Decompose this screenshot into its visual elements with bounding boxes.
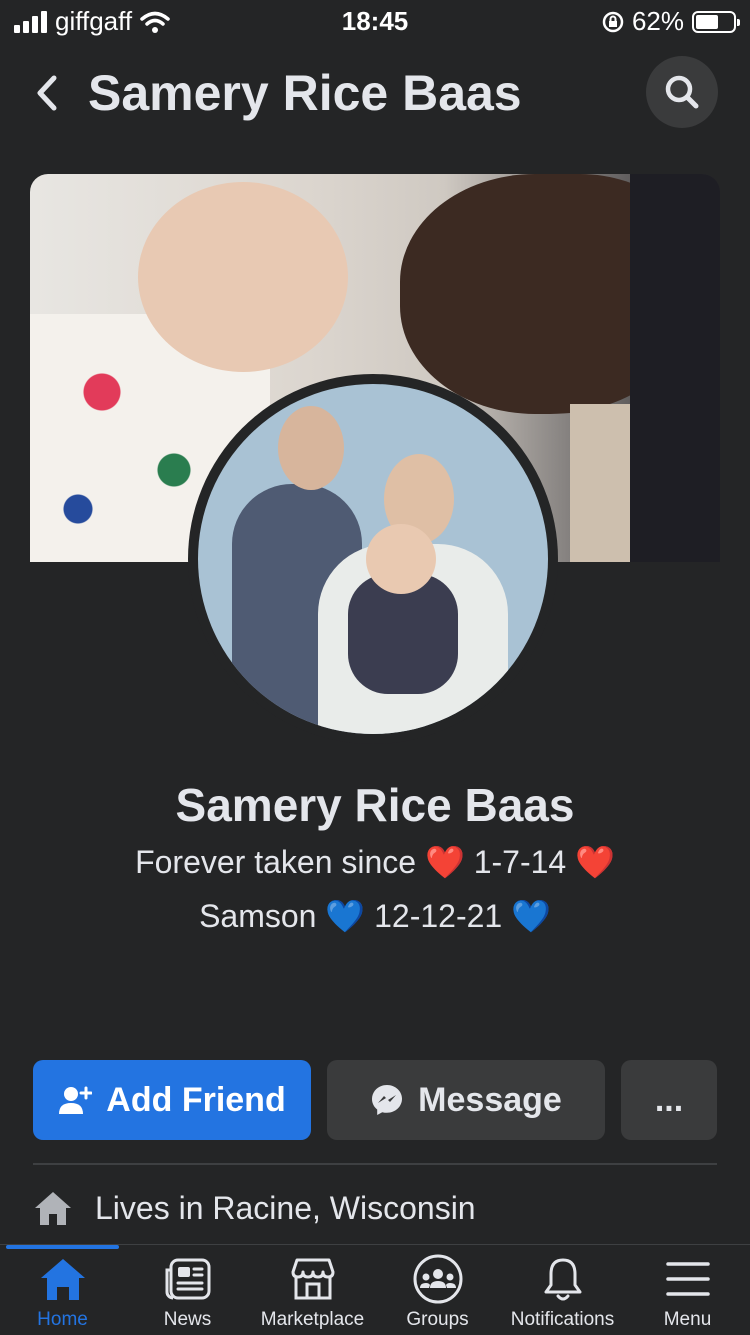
add-user-icon — [59, 1086, 93, 1114]
menu-icon — [665, 1262, 710, 1296]
lives-in-row: Lives in Racine, Wisconsin — [33, 1188, 476, 1228]
shop-icon — [291, 1258, 334, 1300]
more-icon: ... — [654, 1080, 684, 1119]
groups-icon — [413, 1254, 462, 1304]
bottom-tab-bar: Home News Marketplace Groups Notificatio… — [0, 1244, 750, 1335]
orientation-lock-icon — [602, 11, 624, 32]
search-icon — [665, 75, 699, 109]
messenger-icon — [372, 1085, 403, 1115]
active-tab-indicator — [6, 1245, 119, 1249]
tab-notifications[interactable]: Notifications — [500, 1253, 625, 1335]
tab-groups[interactable]: Groups — [375, 1253, 500, 1335]
tab-marketplace[interactable]: Marketplace — [250, 1253, 375, 1335]
add-friend-button[interactable]: Add Friend — [33, 1060, 311, 1140]
bio-line: Samson 💙 12-12-21 💙 — [199, 898, 551, 934]
home-icon — [40, 1259, 85, 1300]
status-bar: giffgaff 18:45 62% — [0, 0, 750, 44]
add-friend-label: Add Friend — [106, 1080, 286, 1119]
tab-news[interactable]: News — [125, 1253, 250, 1335]
search-button[interactable] — [646, 56, 718, 128]
message-button[interactable]: Message — [327, 1060, 605, 1140]
back-button[interactable] — [28, 68, 68, 118]
message-label: Message — [418, 1080, 562, 1119]
newspaper-icon — [165, 1258, 210, 1300]
battery-icon — [692, 10, 740, 33]
tab-menu[interactable]: Menu — [625, 1253, 750, 1335]
more-options-button[interactable]: ... — [621, 1060, 717, 1140]
chevron-left-icon — [37, 75, 57, 111]
avatar[interactable] — [188, 374, 558, 744]
profile-picture — [198, 384, 548, 734]
bio-line: Forever taken since ❤️ 1-7-14 ❤️ — [135, 844, 615, 880]
page-title: Samery Rice Baas — [88, 65, 522, 121]
home-icon — [35, 1192, 71, 1225]
profile-name: Samery Rice Baas — [175, 779, 575, 831]
tab-home[interactable]: Home — [0, 1253, 125, 1335]
bell-icon — [544, 1258, 581, 1301]
lives-in-text: Lives in Racine, Wisconsin — [95, 1189, 476, 1226]
divider — [33, 1163, 717, 1165]
battery-percent: 62% — [631, 6, 684, 36]
profile-header: Samery Rice Baas — [0, 50, 750, 140]
